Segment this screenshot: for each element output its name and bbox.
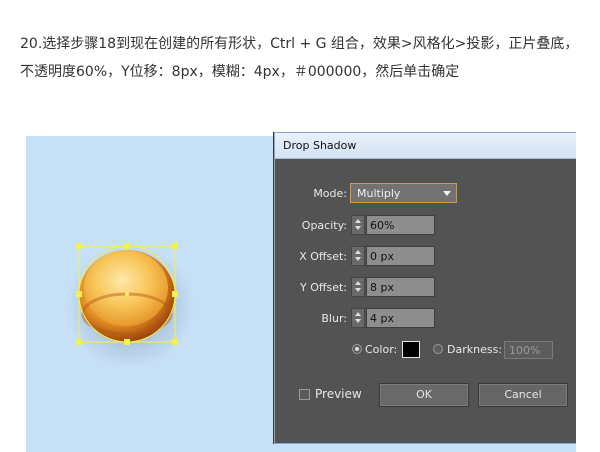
mode-label: Mode: [313,187,347,200]
opacity-label: Opacity: [301,219,347,232]
mode-select[interactable]: Multiply [350,183,457,203]
darkness-input[interactable]: 100% [504,341,553,359]
color-label: Color: [365,343,398,356]
opacity-input[interactable]: 60% [366,215,435,235]
preview-label: Preview [315,387,362,401]
drop-shadow-dialog: Drop Shadow Mode: Multiply Opacity: 60% … [274,132,576,444]
arrow-up-icon [355,250,361,254]
darkness-radio[interactable] [433,344,443,354]
blur-stepper[interactable] [351,308,365,328]
arrow-down-icon [355,319,361,323]
arrow-down-icon [355,257,361,261]
dialog-title: Drop Shadow [283,139,357,152]
instruction-text: 20.选择步骤18到现在创建的所有形状，Ctrl + G 组合，效果>风格化>投… [20,36,579,80]
arrow-up-icon [355,219,361,223]
x-offset-stepper[interactable] [351,246,365,266]
dialog-titlebar[interactable]: Drop Shadow [275,133,576,159]
color-radio[interactable] [352,344,362,354]
x-offset-label: X Offset: [299,250,347,263]
arrow-up-icon [355,312,361,316]
color-swatch[interactable] [402,341,420,358]
ok-button[interactable]: OK [379,383,469,407]
y-offset-label: Y Offset: [300,281,347,294]
arrow-down-icon [355,288,361,292]
darkness-label: Darkness: [447,343,503,356]
y-offset-input[interactable]: 8 px [366,277,435,297]
chevron-down-icon [443,191,451,196]
mode-value: Multiply [357,187,401,200]
cancel-button[interactable]: Cancel [478,383,568,407]
arrow-up-icon [355,281,361,285]
orb-artwork [66,243,194,368]
x-offset-input[interactable]: 0 px [366,246,435,266]
preview-checkbox[interactable] [299,389,310,400]
y-offset-stepper[interactable] [351,277,365,297]
opacity-stepper[interactable] [351,215,365,235]
orb-top-face [84,250,168,326]
blur-input[interactable]: 4 px [366,308,435,328]
blur-label: Blur: [321,312,347,325]
arrow-down-icon [355,226,361,230]
